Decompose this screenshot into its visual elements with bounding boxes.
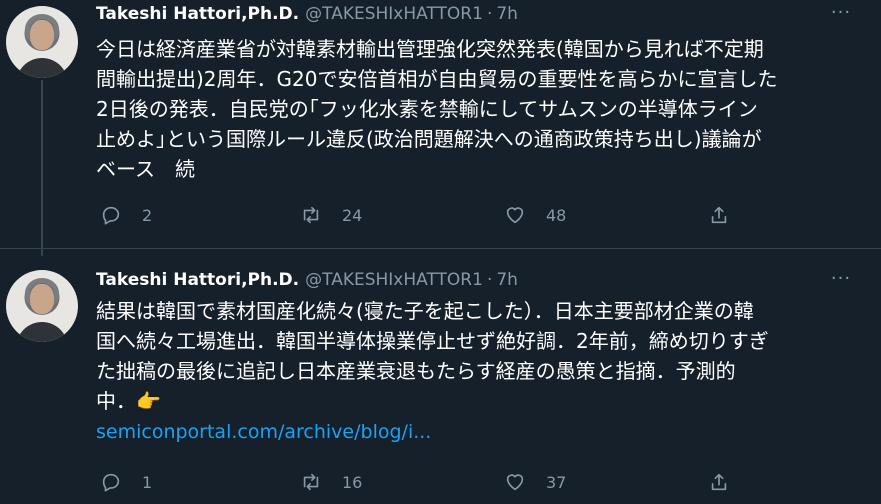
avatar-face [30,20,54,50]
tweet[interactable]: Takeshi Hattori,Ph.D. @TAKESHIxHATTOR1 ·… [0,248,881,504]
like-button[interactable]: 37 [504,467,566,497]
reply-count: 1 [142,472,153,492]
heart-icon [506,207,524,224]
retweet-count: 24 [342,205,363,225]
retweet-button[interactable]: 16 [300,467,362,497]
avatar-shoulders [16,322,68,342]
avatar-shoulders [16,58,68,78]
avatar-face [30,284,54,314]
tweet-timestamp[interactable]: 7h [496,4,518,24]
tweet-text: 今日は経済産業省が対韓素材輸出管理強化突然発表(韓国から見れば不定期 間輸出提出… [96,37,778,181]
like-count: 37 [546,472,567,492]
author-handle[interactable]: @TAKESHIxHATTOR1 [305,4,483,24]
tweet-header: Takeshi Hattori,Ph.D. @TAKESHIxHATTOR1 ·… [96,2,518,26]
more-icon[interactable]: ··· [829,2,853,23]
tweet-text: 結果は韓国で素材国産化続々(寝た子を起こした）．日本主要部材企業の韓 国へ続々工… [96,299,769,413]
like-button[interactable]: 48 [504,200,566,230]
reply-icon [102,206,120,225]
retweet-icon [303,473,319,491]
share-button[interactable] [708,467,730,497]
reply-button[interactable]: 1 [100,467,152,497]
retweet-button[interactable]: 24 [300,200,362,230]
tweet-timestamp[interactable]: 7h [496,270,518,290]
retweet-icon [303,206,319,224]
author-name[interactable]: Takeshi Hattori,Ph.D. [96,270,299,290]
tweet-actions: 2 24 48 [96,200,736,230]
separator-dot: · [486,4,493,24]
avatar[interactable] [6,6,78,78]
reply-button[interactable]: 2 [100,200,152,230]
share-icon [711,206,727,224]
tweet-header: Takeshi Hattori,Ph.D. @TAKESHIxHATTOR1 ·… [96,268,518,292]
avatar[interactable] [6,270,78,342]
like-count: 48 [546,205,567,225]
share-button[interactable] [708,200,730,230]
retweet-count: 16 [342,472,363,492]
heart-icon [506,474,524,491]
more-icon[interactable]: ··· [829,268,853,289]
tweet-link[interactable]: semiconportal.com/archive/blog/i... [96,421,431,443]
reply-count: 2 [142,205,153,225]
separator-dot: · [486,270,493,290]
share-icon [711,473,727,491]
author-handle[interactable]: @TAKESHIxHATTOR1 [305,270,483,290]
tweet-actions: 1 16 37 [96,467,736,497]
thread-connector-line [41,80,43,256]
tweet[interactable]: Takeshi Hattori,Ph.D. @TAKESHIxHATTOR1 ·… [0,0,881,256]
author-name[interactable]: Takeshi Hattori,Ph.D. [96,4,299,24]
reply-icon [102,473,120,492]
